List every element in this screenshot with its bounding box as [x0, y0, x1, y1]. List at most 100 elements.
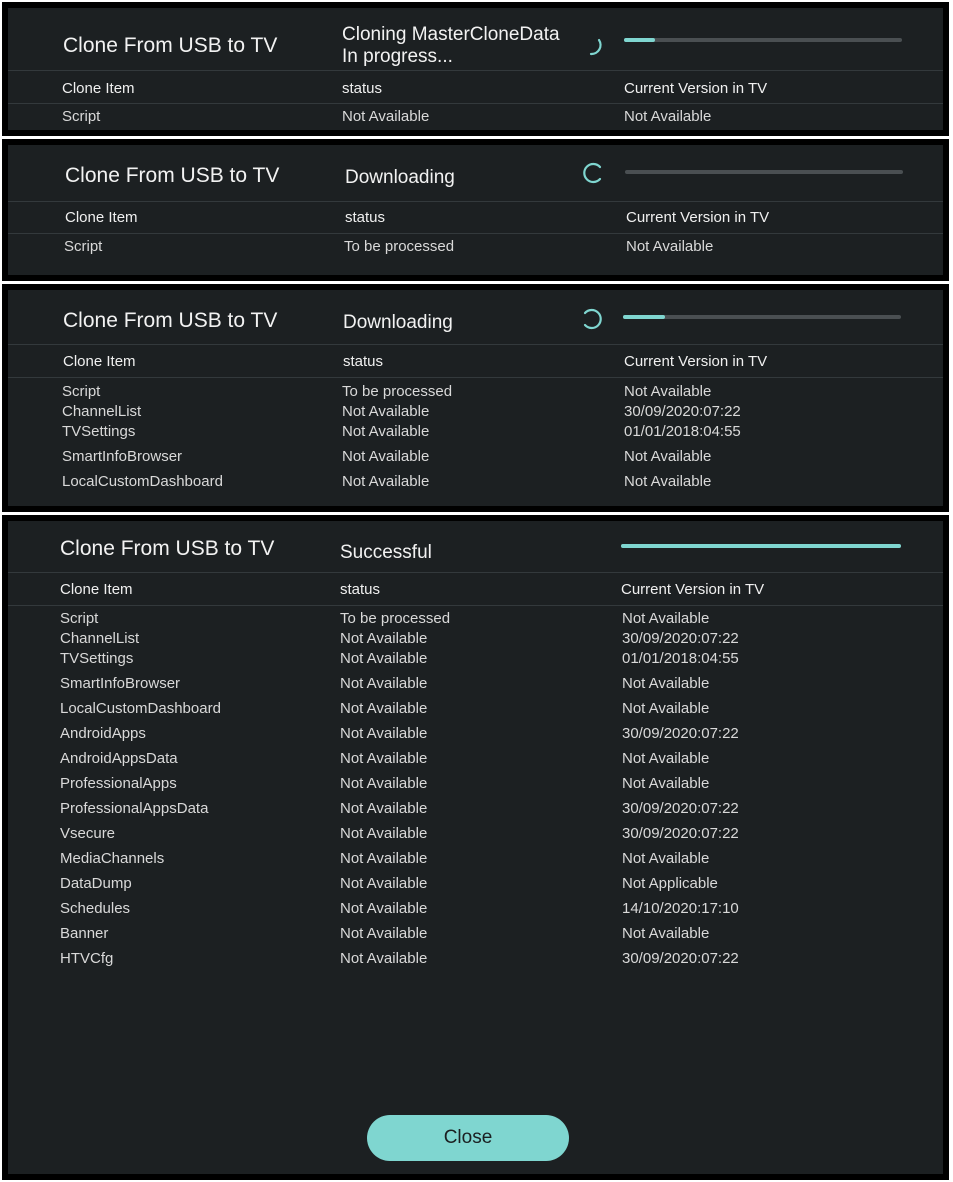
clone-panel-downloading: Clone From USB to TV Downloading Clone I… — [2, 284, 949, 512]
clone-item-cell: TVSettings — [62, 423, 136, 440]
table-row: TVSettings Not Available 01/01/2018:04:55 — [20, 650, 943, 675]
status-cell: Not Available — [342, 473, 430, 490]
progress-fill — [624, 38, 655, 42]
table-row: SmartInfoBrowser Not Available Not Availab… — [22, 448, 943, 473]
version-cell: Not Available — [622, 925, 710, 942]
clone-item-cell: ChannelList — [62, 403, 142, 420]
clone-item-cell: TVSettings — [60, 650, 134, 667]
status-cell: Not Available — [340, 875, 428, 892]
version-cell: Not Available — [624, 108, 712, 125]
divider — [8, 377, 943, 378]
table-row: TVSettings Not Available 01/01/2018:04:55 — [22, 423, 943, 448]
version-cell: 30/09/2020:07:22 — [622, 630, 739, 647]
clone-item-cell: MediaChannels — [60, 850, 165, 867]
clone-table: Script To be processed Not Available Channe… — [22, 383, 943, 498]
table-row: LocalCustomDashboard Not Available Not Ava… — [20, 700, 943, 725]
clone-panel-cloning: Clone From USB to TV Cloning MasterClone… — [2, 2, 949, 136]
progress-bar — [625, 170, 903, 174]
clone-status: Successful — [340, 542, 432, 563]
version-cell: Not Available — [624, 473, 712, 490]
progress-bar — [624, 38, 902, 42]
table-row: SmartInfoBrowser Not Available Not Availab… — [20, 675, 943, 700]
progress-fill — [623, 315, 665, 319]
version-cell: 30/09/2020:07:22 — [622, 800, 739, 817]
clone-item-cell: SmartInfoBrowser — [60, 675, 181, 692]
divider — [8, 70, 943, 71]
status-cell: Not Available — [342, 108, 430, 125]
clone-item-cell: AndroidAppsData — [60, 750, 178, 767]
loading-spinner-icon — [583, 308, 602, 330]
status-cell: Not Available — [340, 825, 428, 842]
clone-item-cell: AndroidApps — [60, 725, 146, 742]
version-cell: 30/09/2020:07:22 — [622, 950, 739, 967]
status-cell: Not Available — [340, 725, 428, 742]
loading-spinner-icon — [583, 162, 602, 184]
status-cell: To be processed — [344, 238, 455, 255]
status-cell: Not Available — [340, 950, 428, 967]
table-row: ChannelList Not Available 30/09/2020:07:22 — [22, 403, 943, 423]
divider — [8, 344, 943, 345]
table-row: AndroidApps Not Available 30/09/2020:07:22 — [20, 725, 943, 750]
column-header-clone-item: Clone Item — [65, 209, 138, 226]
status-cell: Not Available — [342, 403, 430, 420]
version-cell: Not Available — [622, 700, 710, 717]
status-cell: Not Available — [340, 900, 428, 917]
version-cell: Not Available — [624, 383, 712, 400]
clone-table: Script To be processed Not Available Channe… — [20, 610, 943, 975]
dialog-title: Clone From USB to TV — [63, 34, 278, 57]
clone-item-cell: ChannelList — [60, 630, 140, 647]
status-cell: Not Available — [340, 700, 428, 717]
table-row: Script Not Available Not Available — [22, 108, 943, 130]
version-cell: 30/09/2020:07:22 — [624, 403, 741, 420]
column-header-status: status — [342, 80, 383, 97]
clone-item-cell: HTVCfg — [60, 950, 114, 967]
divider — [8, 103, 943, 104]
clone-status-line2: In progress... — [342, 46, 453, 67]
column-header-clone-item: Clone Item — [62, 80, 135, 97]
clone-item-cell: DataDump — [60, 875, 132, 892]
version-cell: 01/01/2018:04:55 — [624, 423, 741, 440]
table-row: AndroidAppsData Not Available Not Availabl… — [20, 750, 943, 775]
column-header-status: status — [343, 353, 384, 370]
version-cell: Not Applicable — [622, 875, 718, 892]
column-header-version: Current Version in TV — [624, 353, 768, 370]
version-cell: 30/09/2020:07:22 — [622, 725, 739, 742]
clone-item-cell: LocalCustomDashboard — [60, 700, 221, 717]
progress-fill — [621, 544, 901, 548]
column-header-clone-item: Clone Item — [60, 581, 133, 598]
version-cell: Not Available — [622, 750, 710, 767]
status-cell: To be processed — [342, 383, 453, 400]
status-cell: Not Available — [340, 675, 428, 692]
status-cell: To be processed — [340, 610, 451, 627]
table-row: HTVCfg Not Available 30/09/2020:07:22 — [20, 950, 943, 975]
version-cell: 14/10/2020:17:10 — [622, 900, 739, 917]
table-row: Script To be processed Not Available — [22, 383, 943, 403]
version-cell: Not Available — [624, 448, 712, 465]
clone-table: Script To be processed Not Available — [24, 238, 943, 263]
column-header-version: Current Version in TV — [624, 80, 768, 97]
close-button[interactable]: Close — [367, 1115, 569, 1161]
clone-status: Downloading — [345, 167, 455, 188]
column-header-version: Current Version in TV — [621, 581, 765, 598]
version-cell: Not Available — [622, 610, 710, 627]
version-cell: 01/01/2018:04:55 — [622, 650, 739, 667]
table-row: ProfessionalApps Not Available Not Availab… — [20, 775, 943, 800]
progress-bar — [621, 544, 901, 548]
clone-item-cell: Script — [60, 610, 99, 627]
table-row: ProfessionalAppsData Not Available 30/09/2… — [20, 800, 943, 825]
column-header-status: status — [345, 209, 386, 226]
status-cell: Not Available — [340, 800, 428, 817]
table-row: Script To be processed Not Available — [24, 238, 943, 263]
clone-item-cell: Schedules — [60, 900, 131, 917]
table-row: LocalCustomDashboard Not Available Not Ava… — [22, 473, 943, 498]
status-cell: Not Available — [342, 448, 430, 465]
clone-item-cell: ProfessionalApps — [60, 775, 177, 792]
version-cell: Not Available — [622, 675, 710, 692]
table-row: MediaChannels Not Available Not Available — [20, 850, 943, 875]
table-row: ChannelList Not Available 30/09/2020:07:22 — [20, 630, 943, 650]
clone-item-cell: Script — [64, 238, 103, 255]
dialog-title: Clone From USB to TV — [60, 537, 275, 560]
clone-item-cell: SmartInfoBrowser — [62, 448, 183, 465]
column-header-version: Current Version in TV — [626, 209, 770, 226]
clone-item-cell: Script — [62, 383, 101, 400]
